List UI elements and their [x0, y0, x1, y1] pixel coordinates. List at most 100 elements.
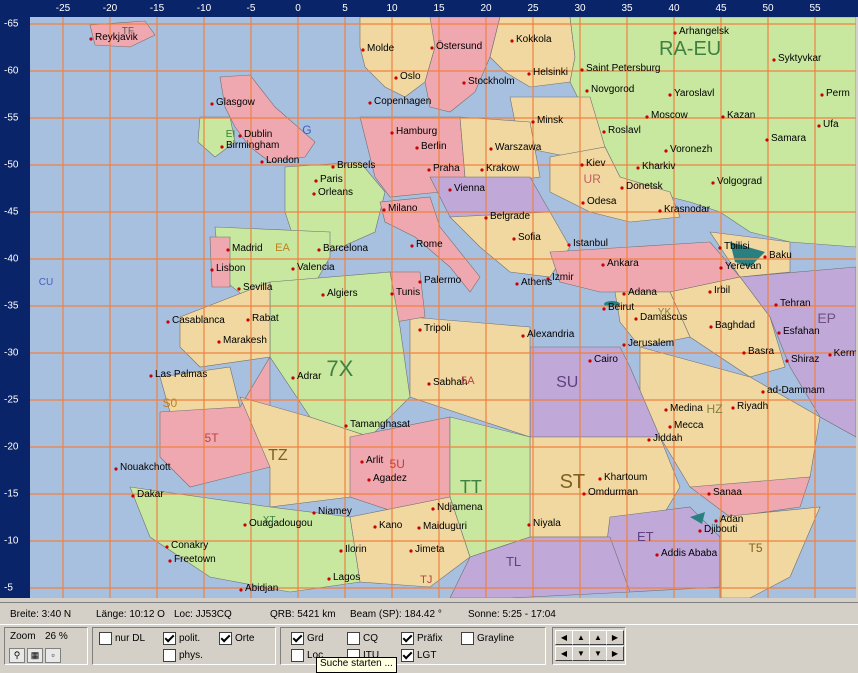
city-marker — [820, 93, 824, 97]
cq-checkbox[interactable]: CQ — [347, 632, 378, 645]
city-label: Brussels — [337, 160, 376, 171]
city-label: Kharkiv — [642, 161, 676, 172]
city-label: Nouakchott — [120, 462, 171, 473]
city-label: Basra — [748, 346, 775, 357]
longitude-tick: 40 — [668, 3, 680, 14]
city-marker — [427, 168, 431, 172]
prefix-label: T5 — [748, 540, 763, 555]
longitude-tick: 50 — [762, 3, 774, 14]
longitude-tick: 55 — [809, 3, 821, 14]
city-label: Yaroslavl — [674, 88, 715, 99]
city-marker — [655, 553, 659, 557]
navigation-panel: ◀ ▲ ▲ ▶ ◀ ▼ ▼ ▶ — [552, 627, 626, 665]
nav-last-icon[interactable]: ▶ — [606, 630, 624, 645]
city-label: Sofia — [518, 232, 541, 243]
city-marker — [647, 438, 651, 442]
prefix-label: TF — [121, 26, 135, 37]
city-label: Ankara — [607, 258, 639, 269]
city-label: Abidjan — [245, 583, 279, 594]
city-label: Arlit — [366, 455, 384, 466]
world-map[interactable]: Reykjavik Molde Östersund Kokkola Arhangelsk… — [30, 17, 856, 598]
city-marker — [580, 68, 584, 72]
longitude-tick: -25 — [55, 3, 71, 14]
city-label: Baghdad — [715, 320, 756, 331]
city-label: Ufa — [823, 119, 839, 130]
grd-checkbox[interactable]: Grd — [291, 632, 324, 645]
grayline-checkbox[interactable]: Grayline — [461, 632, 514, 645]
city-marker — [515, 282, 519, 286]
city-marker — [89, 37, 93, 41]
city-marker — [448, 188, 452, 192]
city-marker — [417, 526, 421, 530]
zoom-page-icon[interactable]: ▫ — [45, 648, 61, 663]
city-marker — [220, 145, 224, 149]
prefix-label: TJ — [420, 574, 433, 587]
longitude-tick: 25 — [527, 3, 539, 14]
city-label: Tamanghasat — [350, 419, 411, 430]
city-label: Rome — [416, 239, 443, 250]
city-marker — [581, 201, 585, 205]
longitude-tick: 10 — [386, 3, 398, 14]
city-label: Molde — [367, 43, 395, 54]
nav-first-icon[interactable]: ◀ — [555, 630, 573, 645]
phys-checkbox[interactable]: phys. — [163, 649, 203, 662]
city-marker — [719, 266, 723, 270]
praefix-checkbox[interactable]: Präfix — [401, 632, 443, 645]
city-marker — [165, 545, 169, 549]
city-marker — [390, 292, 394, 296]
city-marker — [668, 93, 672, 97]
lgt-checkbox[interactable]: LGT — [401, 649, 436, 662]
nav-down-icon[interactable]: ▼ — [572, 646, 590, 661]
nav-down-end-icon[interactable]: ▼ — [589, 646, 607, 661]
city-marker — [763, 255, 767, 259]
city-label: Maiduguri — [423, 521, 467, 532]
city-label: Lagos — [333, 572, 361, 583]
nav-up-end-icon[interactable]: ▲ — [589, 630, 607, 645]
city-label: Baku — [769, 250, 792, 261]
orte-checkbox[interactable]: Orte — [219, 632, 254, 645]
city-label: Dublin — [244, 129, 273, 140]
city-marker — [430, 46, 434, 50]
city-marker — [588, 359, 592, 363]
city-marker — [131, 494, 135, 498]
prefix-label: CU — [38, 277, 54, 288]
nur-dl-checkbox[interactable]: nur DL — [99, 632, 145, 645]
prefix-label: HZ — [706, 401, 723, 416]
city-label: Barcelona — [323, 243, 369, 254]
city-marker — [382, 208, 386, 212]
nav-left-end-icon[interactable]: ◀ — [555, 646, 573, 661]
city-label: Oslo — [400, 71, 421, 82]
city-label: Vienna — [454, 183, 485, 194]
prefix-label: TL — [505, 554, 522, 570]
longitude-tick: 30 — [574, 3, 586, 14]
nav-right-end-icon[interactable]: ▶ — [606, 646, 624, 661]
city-label: Adrar — [297, 371, 322, 382]
city-label: Orleans — [318, 187, 354, 198]
longitude-tick: -5 — [246, 3, 256, 14]
nav-up-icon[interactable]: ▲ — [572, 630, 590, 645]
status-sun: Sonne: 5:25 - 17:04 — [468, 609, 556, 620]
prefix-label: XT — [262, 515, 276, 526]
city-label: Arhangelsk — [679, 26, 730, 37]
status-lon: Länge: 10:12 O — [96, 609, 165, 620]
zoom-magnifier-icon[interactable]: ⚲ — [9, 648, 25, 663]
latitude-tick: -45 — [4, 206, 19, 218]
prefix-label: EI — [225, 129, 236, 140]
zoom-select-icon[interactable]: ▦ — [27, 648, 43, 663]
city-marker — [431, 507, 435, 511]
city-marker — [312, 511, 316, 515]
city-label: Cairo — [594, 354, 618, 365]
city-label: Stockholm — [468, 76, 515, 87]
prefix-label: EP — [817, 309, 836, 326]
city-marker — [149, 374, 153, 378]
city-marker — [708, 290, 712, 294]
city-label: Odesa — [587, 196, 617, 207]
city-label: Sevilla — [243, 282, 273, 293]
city-label: Kazan — [727, 110, 756, 121]
polit-checkbox[interactable]: polit. — [163, 632, 200, 645]
city-marker — [226, 248, 230, 252]
city-marker — [531, 120, 535, 124]
city-marker — [634, 317, 638, 321]
city-marker — [709, 325, 713, 329]
city-label: Izmir — [552, 272, 574, 283]
